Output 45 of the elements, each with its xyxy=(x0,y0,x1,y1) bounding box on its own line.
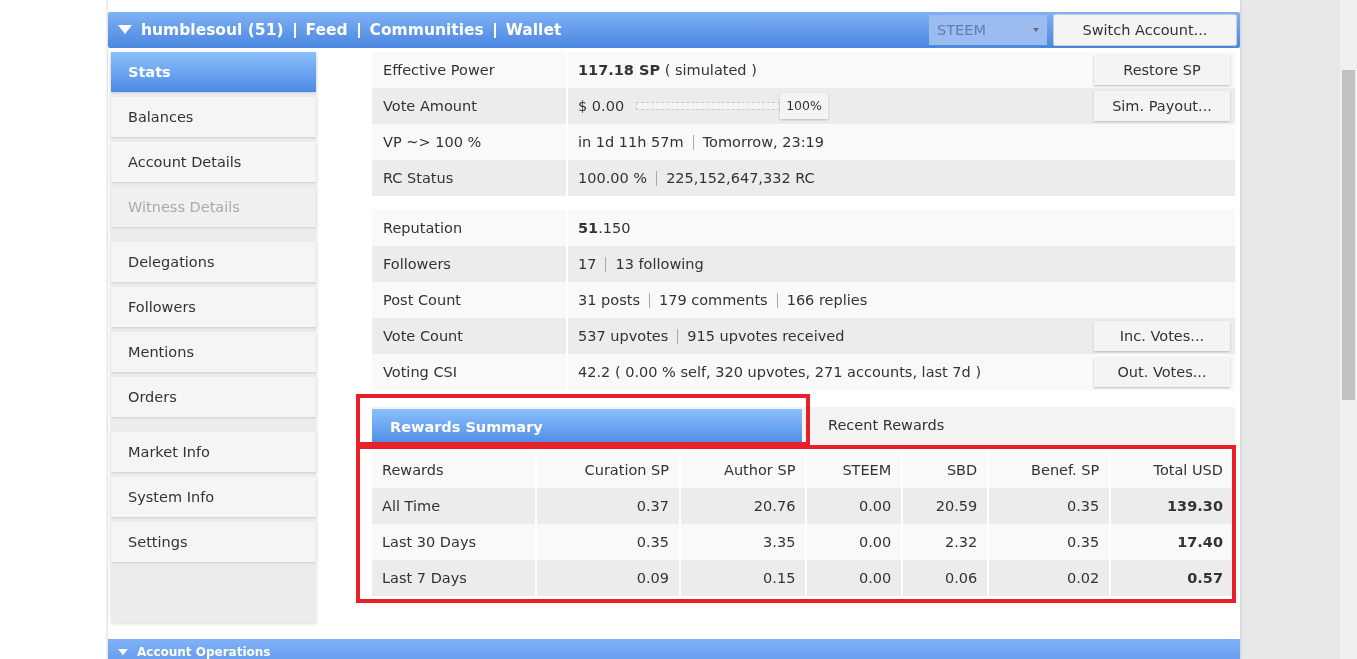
table-cell: 0.15 xyxy=(680,560,807,596)
vote-slider[interactable]: 100% xyxy=(636,93,833,119)
collapse-triangle-icon[interactable] xyxy=(118,25,132,35)
table-cell: 0.00 xyxy=(806,560,903,596)
collapse-triangle-icon[interactable] xyxy=(118,649,128,656)
scrollbar[interactable] xyxy=(1340,0,1357,659)
tab[interactable]: Recent Rewards xyxy=(810,407,1235,443)
stat-label: Voting CSI xyxy=(372,354,568,390)
table-cell: 0.06 xyxy=(902,560,989,596)
stat-value: 100.00 % xyxy=(578,170,648,186)
stat-value: in 1d 11h 57m xyxy=(578,134,684,150)
sidebar-item[interactable]: Followers xyxy=(111,287,316,327)
sidebar-item[interactable]: Balances xyxy=(111,97,316,137)
stat-value: 13 following xyxy=(615,256,704,272)
action-button[interactable]: Sim. Payout... xyxy=(1094,91,1230,121)
action-button[interactable]: Inc. Votes... xyxy=(1094,321,1230,351)
stat-value: 17 xyxy=(578,256,597,272)
caret-icon xyxy=(1033,28,1039,32)
stat-label: RC Status xyxy=(372,160,568,196)
table-cell: 0.57 xyxy=(1110,560,1234,596)
table-cell: 0.09 xyxy=(536,560,681,596)
sidebar-item[interactable]: Mentions xyxy=(111,332,316,372)
stat-value: 915 upvotes received xyxy=(687,328,845,344)
stat-value: 537 upvotes xyxy=(578,328,669,344)
sidebar-item[interactable]: Market Info xyxy=(111,432,316,472)
stat-value: Tomorrow, 23:19 xyxy=(702,134,825,150)
stat-value: 117.18 SP ( simulated ) xyxy=(578,62,757,78)
stat-value: 166 replies xyxy=(786,292,868,308)
stat-value: $ 0.00 xyxy=(578,98,625,114)
scrollbar-thumb[interactable] xyxy=(1342,70,1355,400)
table-cell: Last 7 Days xyxy=(372,560,536,596)
stat-value: 51.150 xyxy=(578,220,631,236)
table-cell: 0.02 xyxy=(988,560,1111,596)
stat-value: 42.2 ( 0.00 % self, 320 upvotes, 271 accounts, last 7d ) xyxy=(578,364,982,380)
action-button[interactable]: Out. Votes... xyxy=(1094,357,1230,387)
sidebar-item[interactable]: Account Details xyxy=(111,142,316,182)
sidebar-item[interactable]: Delegations xyxy=(111,242,316,282)
sidebar-item[interactable]: System Info xyxy=(111,477,316,517)
stat-value: 179 comments xyxy=(658,292,768,308)
stat-value: 31 posts xyxy=(578,292,640,308)
action-button[interactable]: Restore SP xyxy=(1094,55,1230,85)
switch-account-button[interactable]: Switch Account... xyxy=(1053,14,1237,46)
stat-value: 225,152,647,332 RC xyxy=(666,170,815,186)
sidebar-item[interactable]: Settings xyxy=(111,522,316,562)
sidebar-item[interactable]: Orders xyxy=(111,377,316,417)
